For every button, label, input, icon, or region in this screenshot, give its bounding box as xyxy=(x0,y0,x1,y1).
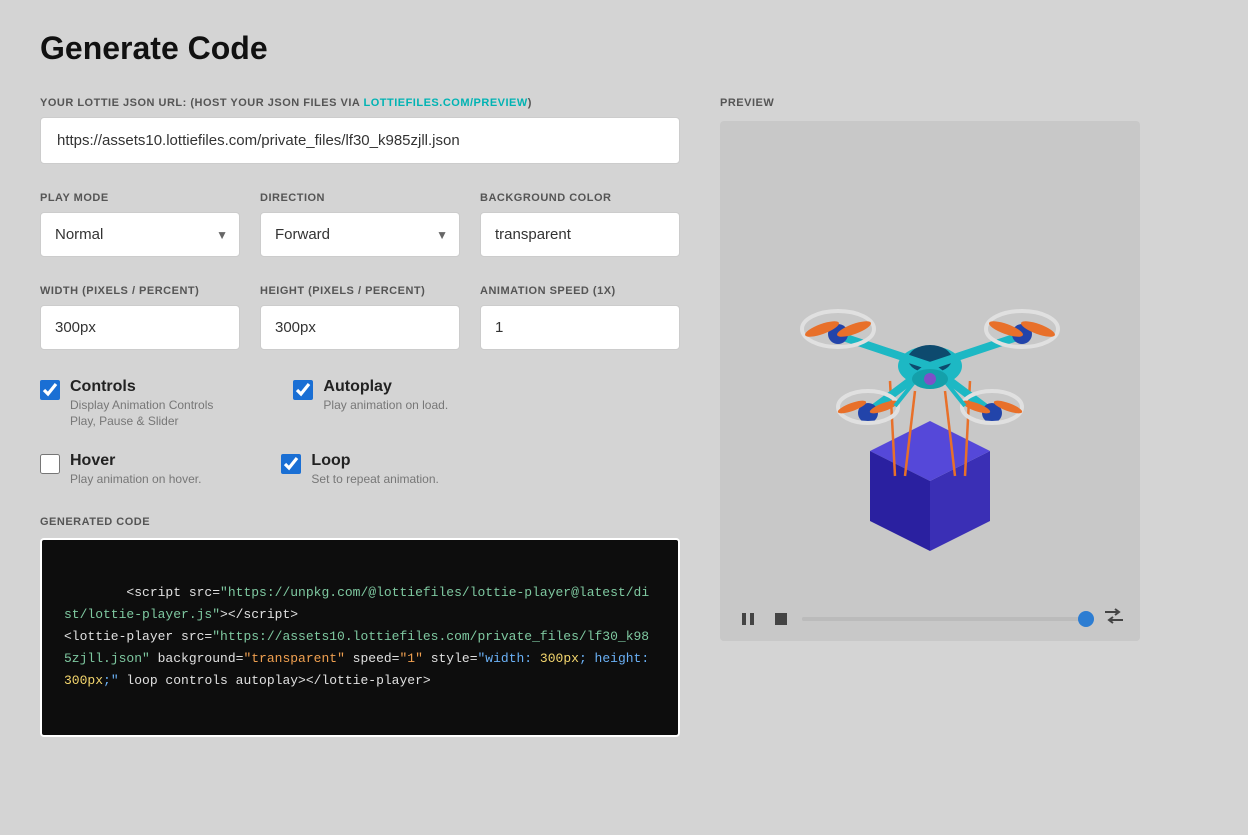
url-label: YOUR LOTTIE JSON URL: (HOST YOUR JSON FI… xyxy=(40,97,680,109)
height-label: HEIGHT (PIXELS / PERCENT) xyxy=(260,285,460,297)
progress-fill xyxy=(802,617,1079,621)
width-label: WIDTH (PIXELS / PERCENT) xyxy=(40,285,240,297)
generated-code-block: <script src="https://unpkg.com/@lottiefi… xyxy=(40,538,680,737)
controls-desc2: Play, Pause & Slider xyxy=(70,414,213,428)
stop-button[interactable] xyxy=(770,610,792,628)
progress-thumb xyxy=(1078,611,1094,627)
autoplay-checkbox-item: Autoplay Play animation on load. xyxy=(293,378,448,428)
generated-code-label: GENERATED CODE xyxy=(40,516,680,528)
bg-color-input[interactable] xyxy=(480,212,680,257)
loop-checkbox[interactable] xyxy=(281,454,301,474)
play-mode-select[interactable]: Normal Bounce xyxy=(40,212,240,257)
loop-toggle-button[interactable] xyxy=(1104,608,1124,629)
progress-track[interactable] xyxy=(802,617,1094,621)
controls-label[interactable]: Controls xyxy=(70,378,213,396)
bg-color-label: BACKGROUND COLOR xyxy=(480,192,680,204)
autoplay-checkbox[interactable] xyxy=(293,380,313,400)
preview-box xyxy=(720,121,1140,641)
play-mode-label: PLAY MODE xyxy=(40,192,240,204)
hover-label[interactable]: Hover xyxy=(70,452,201,470)
autoplay-label[interactable]: Autoplay xyxy=(323,378,448,396)
lottiefiles-link[interactable]: LOTTIEFILES.COM/PREVIEW xyxy=(363,97,527,109)
speed-label: ANIMATION SPEED (1X) xyxy=(480,285,680,297)
controls-checkbox[interactable] xyxy=(40,380,60,400)
player-controls xyxy=(720,596,1140,641)
speed-input[interactable] xyxy=(480,305,680,350)
controls-desc1: Display Animation Controls xyxy=(70,398,213,412)
pause-button[interactable] xyxy=(736,609,760,629)
loop-desc: Set to repeat animation. xyxy=(311,472,438,486)
page-title: Generate Code xyxy=(40,30,1208,67)
direction-label: DIRECTION xyxy=(260,192,460,204)
hover-checkbox-item: Hover Play animation on hover. xyxy=(40,452,201,486)
controls-checkbox-item: Controls Display Animation Controls Play… xyxy=(40,378,213,428)
height-input[interactable] xyxy=(260,305,460,350)
drone-animation xyxy=(770,171,1090,591)
json-url-input[interactable] xyxy=(40,117,680,164)
width-input[interactable] xyxy=(40,305,240,350)
hover-checkbox[interactable] xyxy=(40,454,60,474)
autoplay-desc: Play animation on load. xyxy=(323,398,448,412)
hover-desc: Play animation on hover. xyxy=(70,472,201,486)
loop-label[interactable]: Loop xyxy=(311,452,438,470)
direction-select[interactable]: Forward Backward xyxy=(260,212,460,257)
loop-checkbox-item: Loop Set to repeat animation. xyxy=(281,452,438,486)
preview-label: PREVIEW xyxy=(720,97,1140,109)
